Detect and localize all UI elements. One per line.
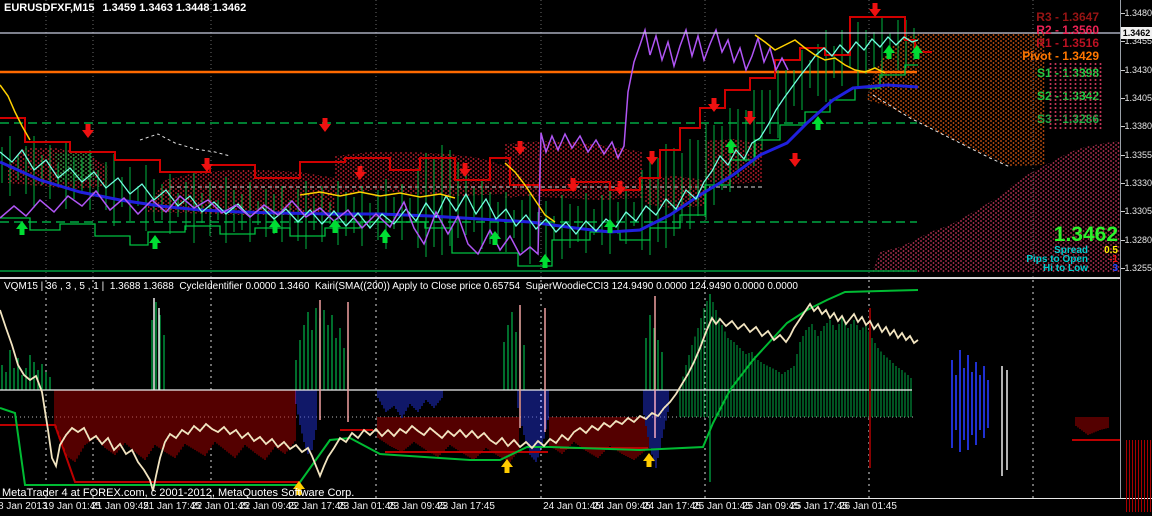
ohlc-values: 1.3459 1.3463 1.3448 1.3462 xyxy=(102,2,246,14)
chart-title: EURUSDFXF,M15 1.3459 1.3463 1.3448 1.3462 xyxy=(4,2,246,14)
current-price-tag: 1.3462 xyxy=(1121,27,1152,39)
time-axis[interactable]: 18 Jan 201319 Jan 01:4521 Jan 09:4521 Ja… xyxy=(0,498,1152,516)
date-label: 21 Jan 09:45 xyxy=(91,501,149,512)
pivot-label-r2: R2 - 1.3560 xyxy=(1036,23,1099,37)
pivot-label-pivot: Pivot - 1.3429 xyxy=(1022,49,1099,63)
vqm-values: 1.3688 1.3688 xyxy=(110,281,174,292)
indicator-chart-area[interactable] xyxy=(0,280,1120,498)
y-axis-label: 1.3405 xyxy=(1124,93,1152,103)
y-axis-label: 1.3280 xyxy=(1124,235,1152,245)
panel-divider[interactable] xyxy=(0,277,1152,279)
price-chart-area[interactable] xyxy=(0,0,1120,278)
cloud-dots-overlay xyxy=(1048,62,1104,130)
hi-to-low-label: Hi to Low xyxy=(1043,263,1088,274)
copyright-text: MetaTrader 4 at FOREX.com, c 2001-2012, … xyxy=(2,487,354,499)
y-axis-label: 1.3255 xyxy=(1124,263,1152,273)
superwoodiecci-label: SuperWoodieCCI3 124.9490 0.0000 124.9490… xyxy=(526,281,798,292)
corner-red-histogram xyxy=(1126,440,1152,512)
date-label: 23 Jan 17:45 xyxy=(437,501,495,512)
y-axis-label: 1.3330 xyxy=(1124,178,1152,188)
pivot-label-r3: R3 - 1.3647 xyxy=(1036,10,1099,24)
current-price-display: 1.3462 xyxy=(1026,224,1118,246)
hi-to-low-value: 3 xyxy=(1088,264,1118,273)
indicator-header: VQM15 | 36 , 3 , 5 , 1 | 1.3688 1.3688 C… xyxy=(4,281,798,292)
symbol-period-label: EURUSDFXF,M15 xyxy=(4,2,94,14)
mt4-chart-window: EURUSDFXF,M15 1.3459 1.3463 1.3448 1.3462… xyxy=(0,0,1152,516)
vqm-label: VQM15 | 36 , 3 , 5 , 1 | xyxy=(4,281,104,292)
date-label: 18 Jan 2013 xyxy=(0,501,48,512)
y-axis-label: 1.3480 xyxy=(1124,8,1152,18)
price-axis[interactable]: 1.34801.34551.34301.34051.33801.33551.33… xyxy=(1120,0,1152,498)
y-axis-label: 1.3305 xyxy=(1124,206,1152,216)
pivot-label-r1: R1 - 1.3516 xyxy=(1036,36,1099,50)
kairi-label: Kairi(SMA((200)) Apply to Close price 0.… xyxy=(315,281,520,292)
y-axis-label: 1.3355 xyxy=(1124,150,1152,160)
y-axis-label: 1.3380 xyxy=(1124,121,1152,131)
y-axis-label: 1.3430 xyxy=(1124,65,1152,75)
price-info-block: 1.3462 Spread0.5 Pips to Open-1 Hi to Lo… xyxy=(1026,224,1118,273)
date-label: 26 Jan 01:45 xyxy=(839,501,897,512)
cycleidentifier-label: CycleIdentifier 0.0000 1.3460 xyxy=(179,281,309,292)
